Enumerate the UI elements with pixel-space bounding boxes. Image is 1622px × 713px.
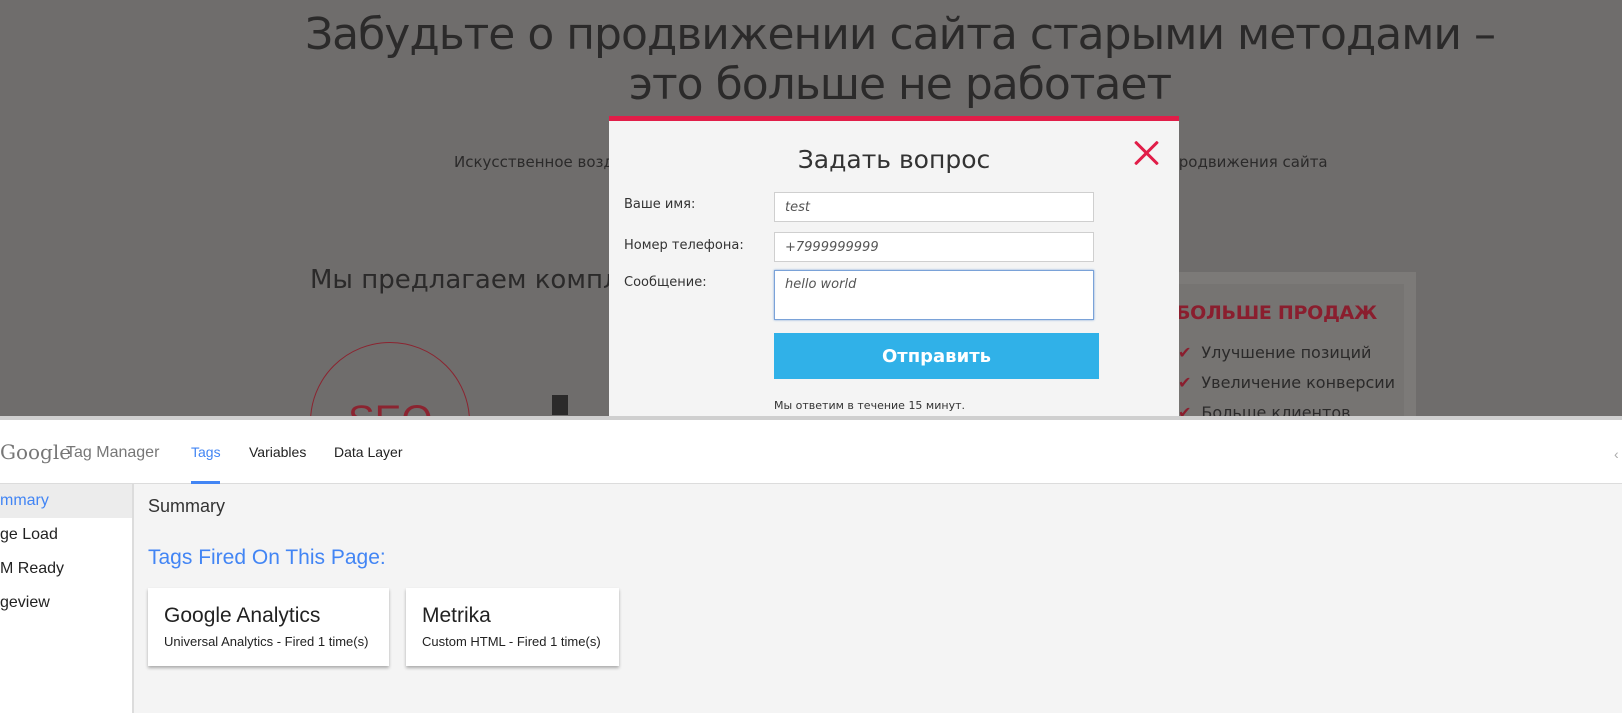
sidebar-item-pageview[interactable]: geview bbox=[0, 586, 132, 620]
tab-variables[interactable]: Variables bbox=[249, 444, 306, 460]
name-field[interactable] bbox=[774, 192, 1094, 222]
message-field[interactable]: hello world bbox=[774, 270, 1094, 320]
active-tab-indicator bbox=[191, 481, 220, 484]
site-subtitle-left: Искусственное возде bbox=[454, 153, 624, 171]
chevron-left-icon[interactable]: ‹ bbox=[1614, 446, 1619, 462]
tag-name: Google Analytics bbox=[164, 604, 321, 627]
tag-name: Metrika bbox=[422, 604, 491, 627]
benefit-label: Увеличение конверсии bbox=[1201, 373, 1396, 392]
check-icon: ✔ bbox=[1178, 343, 1192, 362]
benefits-heading: БОЛЬШЕ ПРОДАЖ bbox=[1176, 302, 1377, 324]
check-icon: ✔ bbox=[1178, 403, 1192, 416]
site-headline-line2: это больше не работает bbox=[628, 59, 1172, 110]
modal-title: Задать вопрос bbox=[797, 145, 991, 174]
google-logo: Google bbox=[0, 440, 72, 464]
name-label: Ваше имя: bbox=[624, 197, 696, 212]
summary-title: Summary bbox=[148, 496, 226, 516]
benefit-label: Улучшение позиций bbox=[1201, 343, 1372, 362]
decorative-mark bbox=[552, 395, 568, 415]
close-icon[interactable] bbox=[1131, 137, 1163, 169]
sidebar-item-dom-ready[interactable]: M Ready bbox=[0, 552, 132, 586]
site-subtitle-right: о продвижения сайта bbox=[1155, 153, 1328, 171]
benefit-item: ✔ Увеличение конверсии bbox=[1178, 372, 1395, 402]
message-label: Сообщение: bbox=[624, 275, 707, 290]
website-background: Забудьте о продвижении сайта старыми мет… bbox=[0, 0, 1622, 416]
tag-card[interactable]: Google Analytics Universal Analytics - F… bbox=[148, 588, 389, 666]
benefit-item: ✔ Больше клиентов bbox=[1178, 402, 1395, 416]
sidebar-item-summary[interactable]: mmary bbox=[0, 484, 132, 518]
product-name: Tag Manager bbox=[66, 444, 160, 461]
submit-button[interactable]: Отправить bbox=[774, 333, 1099, 379]
reply-note: Мы ответим в течение 15 минут. bbox=[774, 399, 965, 412]
benefits-list: ✔ Улучшение позиций ✔ Увеличение конверсии… bbox=[1178, 342, 1395, 416]
seo-badge-text: SEO bbox=[348, 398, 432, 416]
tag-card[interactable]: Metrika Custom HTML - Fired 1 time(s) bbox=[406, 588, 619, 666]
benefit-item: ✔ Улучшение позиций bbox=[1178, 342, 1395, 372]
question-modal: Задать вопрос Ваше имя: Номер телефона: … bbox=[609, 116, 1179, 416]
sidebar-item-page-load[interactable]: ge Load bbox=[0, 518, 132, 552]
tags-fired-heading: Tags Fired On This Page: bbox=[148, 546, 386, 569]
offer-heading: Мы предлагаем комплек bbox=[310, 265, 652, 295]
gtm-header: Google Tag Manager Tags Variables Data L… bbox=[0, 420, 1622, 484]
check-icon: ✔ bbox=[1178, 373, 1192, 392]
tab-tags[interactable]: Tags bbox=[191, 444, 221, 460]
phone-label: Номер телефона: bbox=[624, 238, 744, 253]
tag-meta: Universal Analytics - Fired 1 time(s) bbox=[164, 634, 369, 649]
benefit-label: Больше клиентов bbox=[1201, 403, 1351, 416]
site-headline: Забудьте о продвижении сайта старыми мет… bbox=[300, 10, 1500, 110]
phone-field[interactable] bbox=[774, 232, 1094, 262]
tag-meta: Custom HTML - Fired 1 time(s) bbox=[422, 634, 601, 649]
tab-data-layer[interactable]: Data Layer bbox=[334, 444, 402, 460]
site-headline-line1: Забудьте о продвижении сайта старыми мет… bbox=[304, 9, 1496, 60]
event-sidebar: mmary ge Load M Ready geview bbox=[0, 484, 134, 713]
tag-manager-debug-pane: Google Tag Manager Tags Variables Data L… bbox=[0, 416, 1622, 713]
